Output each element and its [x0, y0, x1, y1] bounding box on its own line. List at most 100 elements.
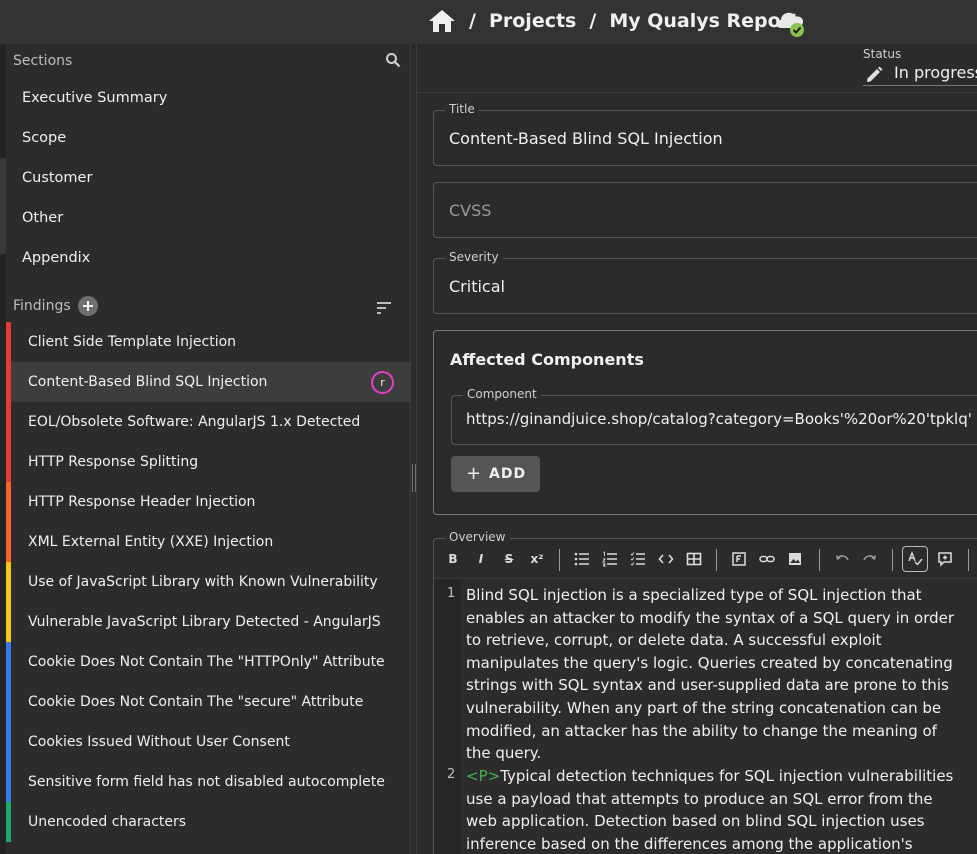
finding-item[interactable]: Cookies Issued Without User Consent: [6, 722, 410, 762]
redo-icon[interactable]: [859, 548, 881, 570]
editor-line-text: Blind SQL injection is a specialized typ…: [466, 586, 922, 604]
finding-item[interactable]: XML External Entity (XXE) Injection: [6, 522, 410, 562]
title-label: Title: [445, 102, 479, 116]
link-icon[interactable]: [756, 548, 778, 570]
cvss-field[interactable]: CVSS: [433, 182, 977, 238]
findings-header: Findings: [13, 298, 71, 314]
cvss-placeholder: CVSS: [449, 201, 492, 220]
section-item-scope[interactable]: Scope: [22, 118, 402, 158]
superscript-button[interactable]: x²: [526, 548, 548, 570]
status-label: Status: [863, 47, 902, 61]
finding-item[interactable]: Cookie Does Not Contain The "HTTPOnly" A…: [6, 642, 410, 682]
comment-icon[interactable]: [934, 548, 956, 570]
breadcrumb-projects[interactable]: Projects: [489, 10, 576, 32]
finding-item[interactable]: Use of JavaScript Library with Known Vul…: [6, 562, 410, 602]
search-icon[interactable]: [385, 52, 401, 68]
editor-line: inference based on the differences among…: [466, 833, 953, 854]
finding-item[interactable]: HTTP Response Splitting: [6, 442, 410, 482]
editor-line: web application. Detection based on blin…: [466, 810, 953, 833]
editor-line: the query.: [466, 742, 954, 765]
severity-indicator: [6, 562, 11, 602]
html-tag: <P>: [466, 767, 501, 785]
assignee-avatar[interactable]: r: [371, 371, 394, 394]
numbered-list-icon[interactable]: [599, 548, 621, 570]
sidebar: Sections Executive Summary Scope Custome…: [6, 44, 411, 854]
toolbar-separator: [559, 549, 560, 571]
finding-label: EOL/Obsolete Software: AngularJS 1.x Det…: [28, 414, 361, 430]
spellcheck-icon[interactable]: [902, 546, 928, 572]
image-icon[interactable]: [784, 548, 806, 570]
editor-line-text: web application. Detection based on blin…: [466, 812, 925, 831]
finding-item[interactable]: Client Side Template Injection: [6, 322, 410, 362]
strikethrough-button[interactable]: S: [498, 548, 520, 570]
finding-item[interactable]: HTTP Response Header Injection: [6, 482, 410, 522]
finding-label: Content-Based Blind SQL Injection: [28, 374, 268, 390]
home-icon[interactable]: [428, 9, 456, 33]
editor-line-text: the query.: [466, 744, 542, 763]
line-number: 2: [447, 767, 456, 782]
section-item-customer[interactable]: Customer: [22, 158, 402, 198]
breadcrumb: / Projects / My Qualys Report: [428, 6, 799, 36]
breadcrumb-project-name[interactable]: My Qualys Report: [609, 10, 799, 32]
editor-line-text: manipulates the query's logic. Queries c…: [466, 653, 953, 672]
finding-item[interactable]: Cookie Does Not Contain The "secure" Att…: [6, 682, 410, 722]
finding-label: Vulnerable JavaScript Library Detected -…: [28, 614, 381, 630]
footnote-icon[interactable]: [728, 548, 750, 570]
editor-text[interactable]: Blind SQL injection is a specialized typ…: [461, 579, 977, 854]
bullet-list-icon[interactable]: [571, 548, 593, 570]
title-value: Content-Based Blind SQL Injection: [449, 129, 723, 148]
severity-indicator: [6, 362, 11, 402]
finding-item[interactable]: Content-Based Blind SQL Injection r: [6, 362, 410, 402]
add-icon[interactable]: [78, 296, 98, 316]
edit-icon: [865, 66, 883, 84]
italic-button[interactable]: I: [470, 548, 492, 570]
severity-indicator: [6, 802, 11, 842]
status-select[interactable]: Status In progress: [863, 46, 977, 86]
editor-line: enables an attacker to modify the syntax…: [466, 607, 954, 630]
bold-button[interactable]: B: [442, 548, 464, 570]
finding-item[interactable]: Vulnerable JavaScript Library Detected -…: [6, 602, 410, 642]
finding-label: Client Side Template Injection: [28, 334, 237, 350]
overview-paragraph: <P>Typical detection techniques for SQL …: [466, 765, 953, 854]
sections-header: Sections: [13, 53, 73, 69]
severity-indicator: [6, 602, 11, 642]
editor-line-text: Typical detection techniques for SQL inj…: [500, 767, 954, 785]
section-item-executive-summary[interactable]: Executive Summary: [22, 78, 402, 118]
severity-indicator: [6, 642, 11, 682]
severity-indicator: [6, 402, 11, 442]
sort-icon[interactable]: [376, 300, 392, 314]
title-field[interactable]: Title Content-Based Blind SQL Injection: [433, 102, 977, 166]
add-component-label: ADD: [489, 466, 527, 482]
severity-indicator: [6, 482, 11, 522]
editor-line-text: enables an attacker to modify the syntax…: [466, 608, 955, 627]
editor-line-text: vulnerability. When any part of the stri…: [466, 698, 942, 717]
finding-item[interactable]: Unencoded characters: [6, 802, 410, 842]
finding-label: Sensitive form field has not disabled au…: [28, 774, 385, 790]
overview-label: Overview: [445, 530, 510, 544]
component-field[interactable]: Component https://ginandjuice.shop/catal…: [451, 387, 977, 445]
section-item-other[interactable]: Other: [22, 198, 402, 238]
overview-paragraph: Blind SQL injection is a specialized typ…: [466, 584, 954, 765]
toolbar-separator: [819, 549, 820, 571]
breadcrumb-separator: /: [469, 10, 476, 32]
editor-line-text: strings with SQL syntax and user-supplie…: [466, 676, 949, 695]
editor-line: vulnerability. When any part of the stri…: [466, 697, 954, 720]
finding-item[interactable]: EOL/Obsolete Software: AngularJS 1.x Det…: [6, 402, 410, 442]
section-item-appendix[interactable]: Appendix: [22, 238, 402, 278]
editor-line-text: to retrieve, corrupt, or delete data. A …: [466, 631, 882, 650]
editor-line: to retrieve, corrupt, or delete data. A …: [466, 629, 954, 652]
severity-indicator: [6, 682, 11, 722]
findings-header-row: Findings: [6, 294, 411, 320]
breadcrumb-separator: /: [589, 10, 597, 32]
checklist-icon[interactable]: [627, 548, 649, 570]
undo-icon[interactable]: [831, 548, 853, 570]
overview-editor[interactable]: 1 2 Blind SQL injection is a specialized…: [434, 578, 977, 854]
add-component-button[interactable]: + ADD: [451, 456, 540, 492]
finding-item[interactable]: Sensitive form field has not disabled au…: [6, 762, 410, 802]
finding-editor: Status In progress Title Content-Based B…: [417, 44, 977, 854]
code-icon[interactable]: [655, 548, 677, 570]
severity-field[interactable]: Severity Critical: [433, 250, 977, 314]
table-icon[interactable]: [683, 548, 705, 570]
finding-label: Use of JavaScript Library with Known Vul…: [28, 574, 378, 590]
divider: [417, 92, 977, 93]
